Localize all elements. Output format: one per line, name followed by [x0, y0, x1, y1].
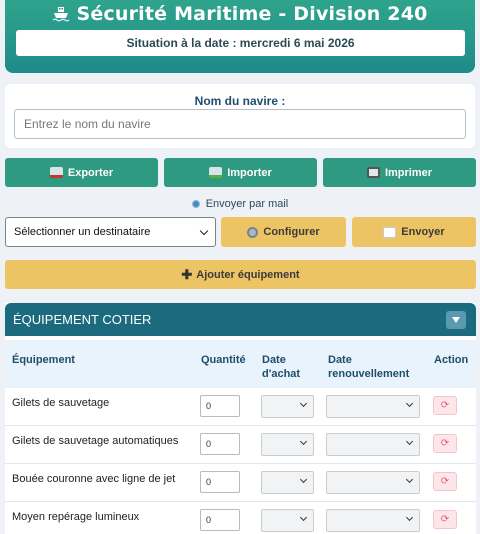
quantity-input[interactable]: 0 — [200, 395, 240, 417]
equipment-name: Bouée couronne avec ligne de jet — [12, 473, 176, 485]
equipment-name: Gilets de sauvetage — [12, 397, 110, 409]
equipment-section: ÉQUIPEMENT COTIER Équipement Quantité Da… — [5, 303, 476, 534]
table-row: Gilets de sauvetage 0 ⟳ — [5, 388, 476, 426]
mail-icon — [191, 200, 200, 208]
section-title: ÉQUIPEMENT COTIER — [13, 312, 152, 327]
app-title-text: Sécurité Maritime - Division 240 — [76, 3, 428, 25]
col-renewal-date: Date renouvellement — [328, 353, 409, 381]
chevron-down-icon — [405, 399, 414, 408]
col-purchase-date-line2: d'achat — [262, 368, 301, 380]
vessel-name-label: Nom du navire : — [194, 94, 286, 108]
delete-button[interactable]: ⟳ — [433, 472, 457, 491]
chevron-down-icon — [199, 226, 209, 235]
col-quantity: Quantité — [201, 354, 246, 366]
renewal-date-select[interactable] — [326, 395, 420, 418]
chevron-down-icon — [405, 513, 414, 522]
renewal-date-select[interactable] — [326, 471, 420, 494]
configure-button[interactable]: Configurer — [221, 217, 346, 247]
table-row: Moyen repérage lumineux 0 ⟳ — [5, 502, 476, 534]
refresh-icon: ⟳ — [440, 514, 450, 525]
add-equipment-label: Ajouter équipement — [196, 268, 300, 281]
purchase-date-select[interactable] — [261, 395, 314, 418]
send-by-mail-text: Envoyer par mail — [205, 198, 289, 210]
purchase-date-select[interactable] — [261, 509, 314, 532]
table-header: Équipement Quantité Date d'achat Date re… — [5, 340, 476, 388]
purchase-date-select[interactable] — [261, 471, 314, 494]
send-by-mail-label: Envoyer par mail — [0, 198, 480, 210]
refresh-icon: ⟳ — [440, 476, 450, 487]
equipment-name: Gilets de sauvetage automatiques — [12, 435, 179, 447]
delete-button[interactable]: ⟳ — [433, 396, 457, 415]
date-status: Situation à la date : mercredi 6 mai 202… — [16, 30, 465, 56]
chevron-down-icon — [299, 399, 308, 408]
section-header[interactable]: ÉQUIPEMENT COTIER — [5, 303, 476, 336]
export-label: Exporter — [67, 166, 114, 179]
refresh-icon: ⟳ — [440, 400, 450, 411]
app-title: Sécurité Maritime - Division 240 — [5, 3, 475, 25]
export-button[interactable]: Exporter — [5, 158, 158, 187]
recipient-select[interactable]: Sélectionner un destinataire — [5, 217, 216, 247]
purchase-date-select[interactable] — [261, 433, 314, 456]
send-label: Envoyer — [401, 226, 445, 238]
collapse-toggle[interactable] — [446, 311, 466, 329]
renewal-date-select[interactable] — [326, 433, 420, 456]
equipment-name: Moyen repérage lumineux — [12, 511, 140, 523]
table-row: Bouée couronne avec ligne de jet 0 ⟳ — [5, 464, 476, 502]
plus-icon: ✚ — [181, 266, 193, 282]
col-purchase-date-line1: Date — [262, 354, 286, 366]
printer-icon — [366, 167, 380, 178]
chevron-down-icon — [299, 513, 308, 522]
export-icon — [49, 167, 63, 178]
col-purchase-date: Date d'achat — [262, 353, 300, 381]
col-action: Action — [434, 354, 469, 366]
send-button[interactable]: Envoyer — [352, 217, 476, 247]
chevron-down-icon — [405, 437, 414, 446]
vessel-card: Nom du navire : — [5, 84, 475, 148]
envelope-icon — [383, 226, 397, 238]
chevron-down-icon — [299, 475, 308, 484]
print-label: Imprimer — [384, 166, 433, 179]
quantity-input[interactable]: 0 — [200, 433, 240, 455]
table-row: Gilets de sauvetage automatiques 0 ⟳ — [5, 426, 476, 464]
chevron-down-icon — [299, 437, 308, 446]
delete-button[interactable]: ⟳ — [433, 434, 457, 453]
app-header: Sécurité Maritime - Division 240 Situati… — [5, 0, 475, 73]
configure-label: Configurer — [263, 226, 320, 238]
quantity-input[interactable]: 0 — [200, 471, 240, 493]
triangle-down-icon — [452, 317, 460, 323]
gear-icon — [247, 226, 259, 238]
quantity-input[interactable]: 0 — [200, 509, 240, 531]
col-equipment: Équipement — [12, 354, 75, 366]
renewal-date-select[interactable] — [326, 509, 420, 532]
delete-button[interactable]: ⟳ — [433, 510, 457, 529]
ship-icon — [53, 7, 70, 22]
add-equipment-button[interactable]: ✚ Ajouter équipement — [5, 260, 476, 289]
import-button[interactable]: Importer — [164, 158, 317, 187]
import-icon — [209, 167, 223, 178]
import-label: Importer — [227, 166, 272, 179]
col-renewal-date-line1: Date — [328, 354, 352, 366]
chevron-down-icon — [405, 475, 414, 484]
refresh-icon: ⟳ — [440, 438, 450, 449]
recipient-selected-value: Sélectionner un destinataire — [14, 226, 151, 238]
vessel-name-input[interactable] — [14, 109, 466, 139]
print-button[interactable]: Imprimer — [323, 158, 476, 187]
col-renewal-date-line2: renouvellement — [328, 368, 410, 380]
